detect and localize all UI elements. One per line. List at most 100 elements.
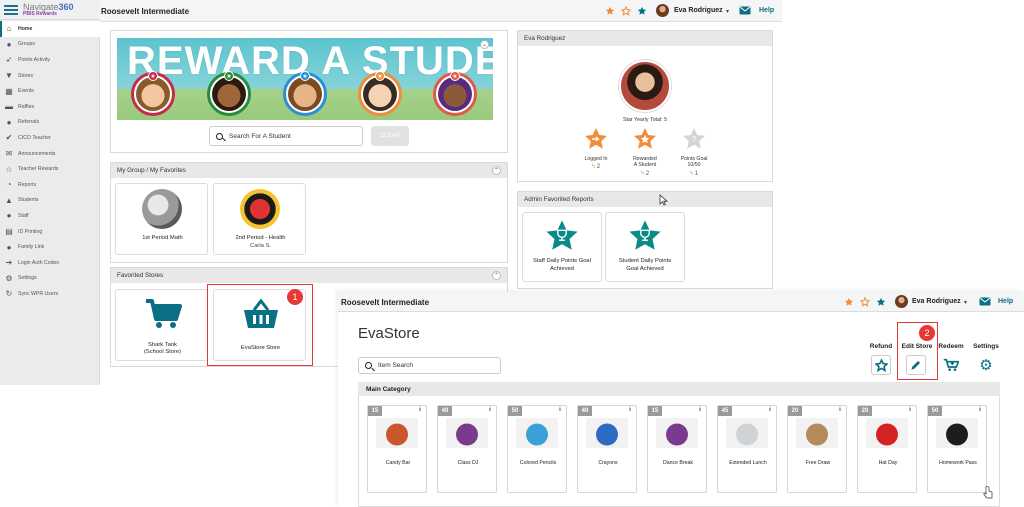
profile-photo[interactable] bbox=[619, 60, 671, 112]
student-avatar[interactable]: ★ bbox=[433, 71, 477, 116]
envelope-icon[interactable] bbox=[979, 297, 991, 306]
sidebar-item-staff[interactable]: ● Staff bbox=[0, 208, 100, 224]
sidebar-item-referrals[interactable]: ● Referrals bbox=[0, 115, 100, 131]
clear-button[interactable]: CLEAR bbox=[371, 126, 409, 146]
sidebar-item-home[interactable]: ⌂ Home bbox=[0, 21, 100, 37]
sidebar-item-teacher-rewards[interactable]: ☆ Teacher Rewards bbox=[0, 161, 100, 177]
avatar[interactable] bbox=[656, 4, 669, 17]
star-icon[interactable] bbox=[844, 297, 854, 307]
collapse-icon[interactable]: ⌃ bbox=[492, 271, 501, 280]
info-icon[interactable]: i bbox=[416, 407, 424, 415]
store-item-card[interactable]: 50 i Colored Pencils bbox=[507, 405, 567, 493]
sidebar-item-sync-wpr-users[interactable]: ↻ Sync WPR Users bbox=[0, 286, 100, 302]
envelope-icon[interactable] bbox=[739, 6, 751, 15]
info-icon[interactable]: i bbox=[836, 407, 844, 415]
sidebar-item-stores[interactable]: ▼ Stores bbox=[0, 68, 100, 84]
brand-logo[interactable]: Navigate360 PBIS Rewards bbox=[23, 2, 74, 17]
bolt-icon: ϟ bbox=[591, 164, 596, 170]
item-name: Class DJ bbox=[457, 460, 479, 466]
sidebar-item-reports[interactable]: ◔ Reports bbox=[0, 177, 100, 193]
info-icon[interactable]: i bbox=[486, 407, 494, 415]
bolt-icon: ϟ bbox=[640, 170, 645, 177]
student-avatar[interactable]: ★ bbox=[283, 71, 327, 116]
star-icon[interactable] bbox=[876, 297, 886, 307]
gear-icon: ⚙ bbox=[5, 273, 13, 283]
info-icon[interactable]: i bbox=[626, 407, 634, 415]
item-price-badge: 50 bbox=[508, 406, 522, 416]
info-icon[interactable]: i bbox=[696, 407, 704, 415]
stat-logged-in[interactable]: Logged In ϟ 2 bbox=[576, 127, 616, 172]
info-icon[interactable]: i bbox=[556, 407, 564, 415]
store-item-card[interactable]: 20 i Hat Day bbox=[857, 405, 917, 493]
item-price-badge: 50 bbox=[928, 406, 942, 416]
chevron-down-icon[interactable]: ▾ bbox=[726, 8, 729, 15]
student-search-input[interactable]: Search For A Student bbox=[209, 126, 363, 146]
item-search-input[interactable]: Item Search bbox=[358, 357, 501, 374]
avatar[interactable] bbox=[895, 295, 908, 308]
star-icon[interactable] bbox=[605, 6, 615, 16]
group-card[interactable]: 2nd Period - Health Carla S. bbox=[213, 183, 306, 255]
star-icon[interactable] bbox=[860, 297, 870, 307]
report-card[interactable]: Student Daily Points Goal Achieved bbox=[605, 212, 685, 282]
sidebar-item-raffles[interactable]: ▬ Raffles bbox=[0, 99, 100, 115]
student-avatar[interactable]: ★ bbox=[207, 71, 251, 116]
info-icon[interactable]: i bbox=[976, 407, 984, 415]
item-image bbox=[446, 418, 488, 448]
school-name: Roosevelt Intermediate bbox=[341, 298, 430, 307]
star-icon[interactable] bbox=[621, 6, 631, 16]
callout-badge: 1 bbox=[287, 289, 303, 305]
store-item-card[interactable]: 40 i Class DJ bbox=[437, 405, 497, 493]
logo-bar: Navigate360 PBIS Rewards bbox=[0, 0, 100, 20]
sidebar-item-events[interactable]: ▦ Events bbox=[0, 83, 100, 99]
store-item-card[interactable]: 45 i Extended Lunch bbox=[717, 405, 777, 493]
groups-panel-header: My Group / My Favorites ⌃ bbox=[111, 163, 507, 178]
sidebar-item-cico-teacher[interactable]: ✔ CICO Teacher bbox=[0, 130, 100, 146]
group-card[interactable]: 1st Period Math bbox=[115, 183, 208, 255]
settings-label: Settings bbox=[973, 343, 999, 350]
sidebar-item-announcements[interactable]: ✉ Announcements bbox=[0, 146, 100, 162]
gear-icon[interactable]: ⚙ bbox=[976, 355, 996, 375]
item-name: Crayons bbox=[598, 460, 618, 466]
user-name[interactable]: Eva Rodriguez bbox=[912, 298, 961, 305]
student-avatar[interactable]: ★ bbox=[131, 71, 175, 116]
refund-button[interactable] bbox=[871, 355, 891, 375]
sidebar-item-id-printing[interactable]: ▤ ID Printing bbox=[0, 224, 100, 240]
store-item-card[interactable]: 20 i Free Draw bbox=[787, 405, 847, 493]
help-link[interactable]: Help bbox=[998, 298, 1013, 305]
sidebar-item-settings[interactable]: ⚙ Settings bbox=[0, 271, 100, 287]
sidebar-item-points-activity[interactable]: ➶ Points Activity bbox=[0, 52, 100, 68]
star-icon[interactable] bbox=[637, 6, 647, 16]
collapse-icon[interactable]: ⌄ bbox=[480, 40, 489, 49]
store-item-card[interactable]: 15 i Dance Break bbox=[647, 405, 707, 493]
item-price-badge: 15 bbox=[648, 406, 662, 416]
sidebar-item-groups[interactable]: ● Groups bbox=[0, 37, 100, 53]
stat-points-goal[interactable]: ? Points Goal 10/50 ϟ 1 bbox=[674, 127, 714, 178]
store-card[interactable]: Shark Tank (School Store) bbox=[115, 289, 208, 361]
chevron-down-icon[interactable]: ▾ bbox=[964, 299, 967, 306]
info-icon[interactable]: i bbox=[766, 407, 774, 415]
hamburger-menu-icon[interactable] bbox=[4, 4, 18, 15]
redeem-button[interactable] bbox=[941, 355, 961, 375]
item-name: Hat Day bbox=[878, 460, 898, 466]
graduation-cap-icon: ▲ bbox=[5, 195, 13, 205]
item-name: Candy Bar bbox=[385, 460, 411, 466]
item-name: Colored Pencils bbox=[519, 460, 557, 466]
cart-icon: ▼ bbox=[5, 71, 13, 81]
item-image bbox=[516, 418, 558, 448]
sidebar-item-students[interactable]: ▲ Students bbox=[0, 193, 100, 209]
school-name: Roosevelt Intermediate bbox=[101, 7, 190, 16]
info-icon[interactable]: i bbox=[906, 407, 914, 415]
store-item-card[interactable]: 40 i Crayons bbox=[577, 405, 637, 493]
help-link[interactable]: Help bbox=[759, 7, 774, 14]
report-card[interactable]: Staff Daily Points Goal Achieved bbox=[522, 212, 602, 282]
item-price-badge: 20 bbox=[788, 406, 802, 416]
sidebar-item-login-auth-codes[interactable]: ➔ Login Auth Codes bbox=[0, 255, 100, 271]
collapse-icon[interactable]: ⌃ bbox=[492, 166, 501, 175]
store-item-card[interactable]: 15 i Candy Bar bbox=[367, 405, 427, 493]
store-item-card[interactable]: 50 i Homework Pass bbox=[927, 405, 987, 493]
sync-icon: ↻ bbox=[5, 289, 13, 299]
user-name[interactable]: Eva Rodriguez bbox=[674, 7, 723, 14]
stat-rewarded[interactable]: Rewarded A Student ϟ 2 bbox=[625, 127, 665, 178]
sidebar-item-family-link[interactable]: ● Family Link bbox=[0, 239, 100, 255]
student-avatar[interactable]: ★ bbox=[358, 71, 402, 116]
